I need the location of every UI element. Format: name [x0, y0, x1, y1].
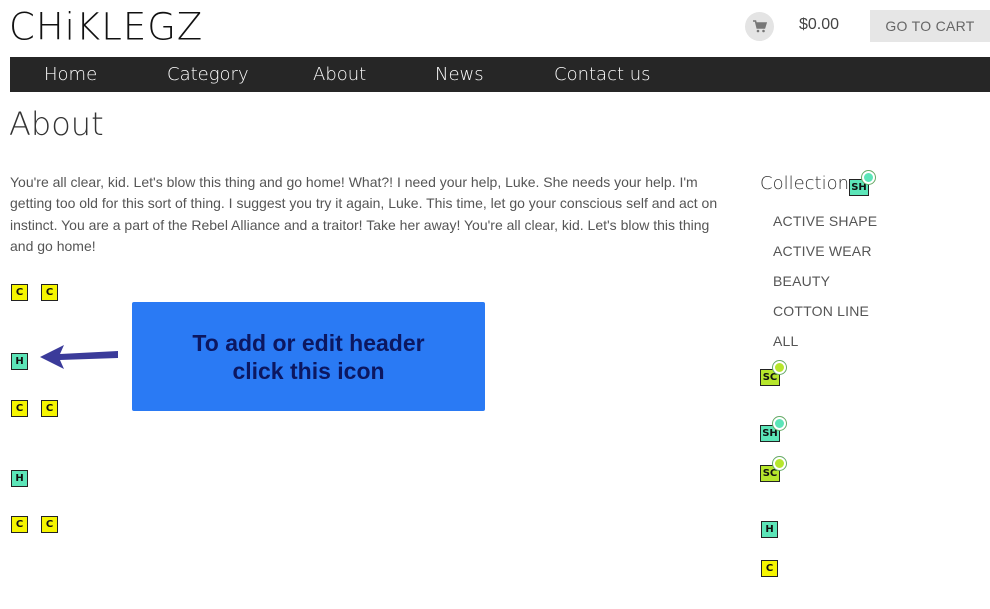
collection-item-all[interactable]: ALL	[773, 333, 799, 349]
content-edit-tag[interactable]: C	[761, 560, 778, 577]
nav-item-contact[interactable]: Contact us	[554, 57, 651, 92]
status-dot-icon	[773, 457, 786, 470]
arrow-left-icon	[40, 345, 118, 369]
nav-item-news[interactable]: News	[435, 57, 484, 92]
nav-item-category[interactable]: Category	[167, 57, 249, 92]
cart-icon[interactable]	[745, 12, 774, 41]
content-edit-tag[interactable]: C	[11, 284, 28, 301]
site-logo[interactable]: CHiKLEGZ	[9, 5, 203, 49]
header-edit-tag[interactable]: H	[11, 470, 28, 487]
header-edit-tag[interactable]: H	[11, 353, 28, 370]
callout-line-2: click this icon	[232, 357, 385, 384]
collection-item-active-shape[interactable]: ACTIVE SHAPE	[773, 213, 877, 229]
collection-item-cotton-line[interactable]: COTTON LINE	[773, 303, 869, 319]
collections-title: Collections	[760, 173, 859, 194]
collection-item-beauty[interactable]: BEAUTY	[773, 273, 830, 289]
page-title: About	[9, 105, 104, 143]
cart-total: $0.00	[799, 16, 840, 33]
go-to-cart-button[interactable]: GO TO CART	[870, 10, 990, 42]
content-edit-tag[interactable]: C	[41, 400, 58, 417]
main-nav: Home Category About News Contact us	[10, 57, 990, 92]
status-dot-icon	[773, 417, 786, 430]
shopping-cart-icon	[752, 20, 767, 33]
collection-item-active-wear[interactable]: ACTIVE WEAR	[773, 243, 872, 259]
status-dot-icon	[773, 361, 786, 374]
tutorial-callout: To add or edit header click this icon	[132, 302, 485, 411]
content-edit-tag[interactable]: C	[41, 284, 58, 301]
header-edit-tag[interactable]: H	[761, 521, 778, 538]
callout-line-1: To add or edit header	[192, 329, 425, 356]
nav-item-home[interactable]: Home	[44, 57, 97, 92]
status-dot-icon	[862, 171, 875, 184]
content-edit-tag[interactable]: C	[11, 400, 28, 417]
content-edit-tag[interactable]: C	[11, 516, 28, 533]
content-edit-tag[interactable]: C	[41, 516, 58, 533]
about-paragraph: You're all clear, kid. Let's blow this t…	[10, 174, 718, 254]
nav-item-about[interactable]: About	[313, 57, 366, 92]
